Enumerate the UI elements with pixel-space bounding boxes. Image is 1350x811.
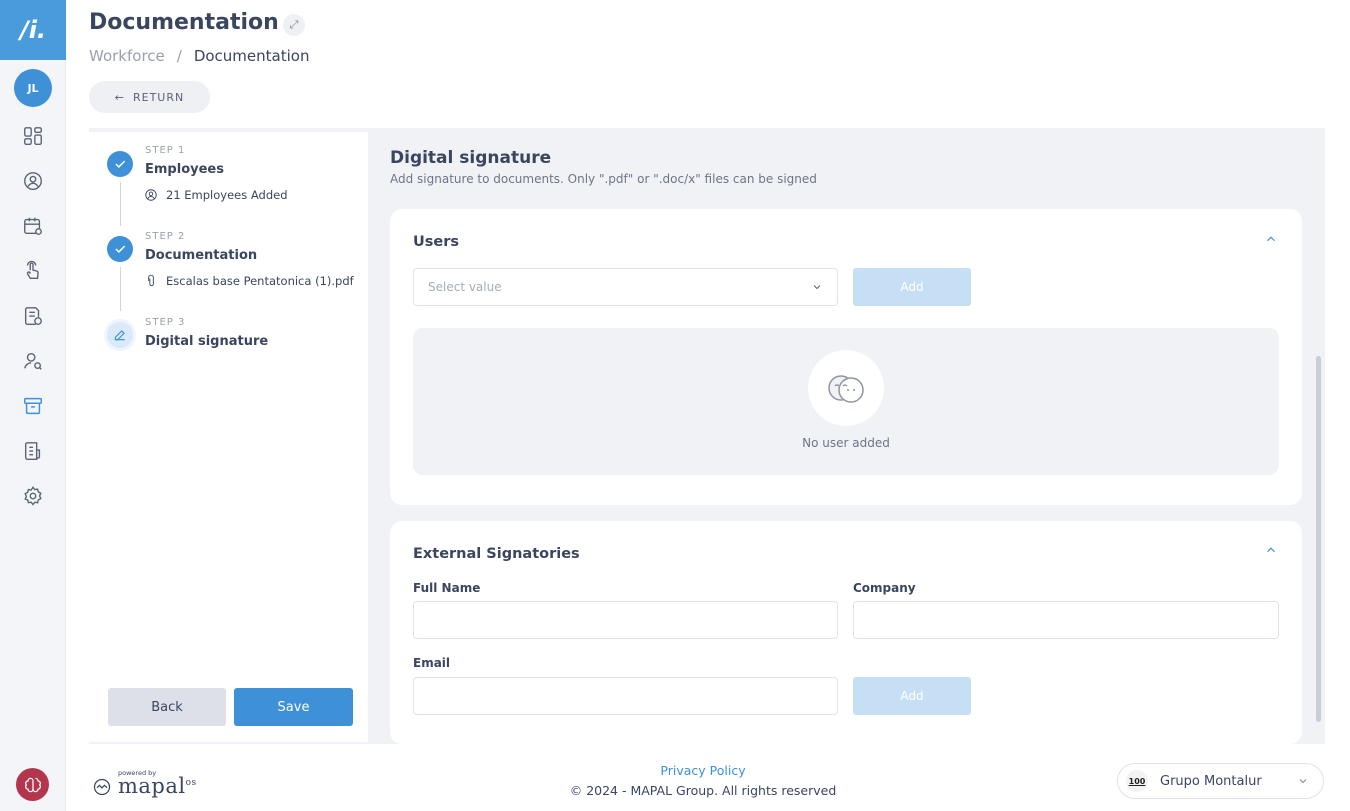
email-field[interactable]: [413, 677, 838, 715]
user-circle-icon[interactable]: [20, 168, 46, 194]
step-1-title[interactable]: Employees: [145, 162, 224, 177]
return-button[interactable]: ← RETURN: [89, 81, 210, 113]
external-signatories-title: External Signatories: [413, 546, 580, 562]
breadcrumb-item-current: Documentation: [193, 47, 310, 65]
paperclip-icon: [148, 274, 154, 287]
user-circle-icon: [145, 189, 157, 201]
users-title: Users: [413, 234, 460, 250]
page-title: Documentation: [89, 10, 279, 35]
section-title: Digital signature: [390, 148, 552, 168]
brand-text: mapal: [118, 774, 186, 798]
step-connector: [120, 182, 121, 226]
step-2-detail-text: Escalas base Pentatonica (1).pdf: [166, 274, 354, 288]
brain-icon[interactable]: [16, 768, 49, 801]
breadcrumb-separator: /: [176, 47, 182, 65]
arrow-left-icon: ←: [114, 90, 125, 104]
breadcrumb-item-workforce[interactable]: Workforce: [89, 47, 165, 65]
email-label: Email: [413, 656, 451, 670]
empty-state: No user added: [413, 328, 1279, 475]
step-3-title[interactable]: Digital signature: [145, 334, 268, 349]
steps-panel: [89, 132, 368, 742]
return-button-label: RETURN: [132, 90, 185, 104]
user-search-icon[interactable]: [20, 348, 46, 374]
save-button[interactable]: Save: [234, 688, 353, 726]
full-name-label: Full Name: [413, 581, 481, 595]
company-label: Company: [853, 581, 916, 595]
nav-rail: /i. JL: [0, 0, 66, 811]
app-logo[interactable]: /i.: [0, 0, 66, 60]
copyright-text: © 2024 - MAPAL Group. All rights reserve…: [569, 783, 837, 798]
users-card: Users Select value Add No user added: [390, 209, 1302, 505]
step-1-detail-text: 21 Employees Added: [166, 188, 288, 202]
brand-suffix: os: [185, 778, 197, 788]
back-button[interactable]: Back: [108, 688, 226, 726]
check-icon: [107, 151, 133, 177]
pencil-icon: [107, 322, 133, 348]
touch-icon[interactable]: [20, 258, 46, 284]
company-logo: 100: [1126, 770, 1148, 792]
expand-icon[interactable]: ⤢: [283, 14, 305, 36]
document-clock-icon[interactable]: [20, 303, 46, 329]
scrollbar[interactable]: [1316, 356, 1321, 722]
mapal-logo-icon: [93, 778, 111, 796]
check-icon: [107, 236, 133, 262]
step-1-detail: 21 Employees Added: [144, 188, 288, 202]
step-2-detail: Escalas base Pentatonica (1).pdf: [144, 274, 354, 288]
breadcrumb: Workforce / Documentation: [89, 47, 309, 65]
brand-name: mapalos: [118, 774, 197, 798]
company-field[interactable]: [853, 601, 1279, 639]
empty-faces-icon: [808, 350, 884, 426]
calendar-icon[interactable]: [20, 213, 46, 239]
full-name-field[interactable]: [413, 601, 838, 639]
users-select[interactable]: Select value: [413, 268, 838, 306]
step-1-kicker: STEP 1: [145, 145, 186, 156]
add-signatory-button[interactable]: Add: [853, 677, 971, 715]
chevron-down-icon: [1299, 779, 1307, 784]
section-subtitle: Add signature to documents. Only ".pdf" …: [390, 172, 817, 186]
step-connector: [120, 267, 121, 311]
external-signatories-card: External Signatories Full Name Company E…: [390, 521, 1302, 744]
archive-icon[interactable]: [20, 393, 46, 419]
add-user-button[interactable]: Add: [853, 268, 971, 306]
step-2-kicker: STEP 2: [145, 231, 186, 242]
step-3-kicker: STEP 3: [145, 317, 186, 328]
gear-icon[interactable]: [20, 483, 46, 509]
chevron-down-icon: [813, 285, 821, 290]
empty-state-text: No user added: [802, 436, 890, 450]
users-select-placeholder: Select value: [428, 280, 502, 294]
privacy-policy-link[interactable]: Privacy Policy: [603, 763, 803, 778]
avatar[interactable]: JL: [14, 69, 52, 107]
company-selector[interactable]: 100 Grupo Montalur: [1117, 763, 1324, 799]
report-icon[interactable]: [20, 438, 46, 464]
company-name: Grupo Montalur: [1160, 773, 1262, 789]
step-2-title[interactable]: Documentation: [145, 248, 257, 263]
chevron-up-icon[interactable]: [1264, 232, 1278, 246]
chevron-up-icon[interactable]: [1264, 543, 1278, 557]
dashboard-icon[interactable]: [20, 123, 46, 149]
